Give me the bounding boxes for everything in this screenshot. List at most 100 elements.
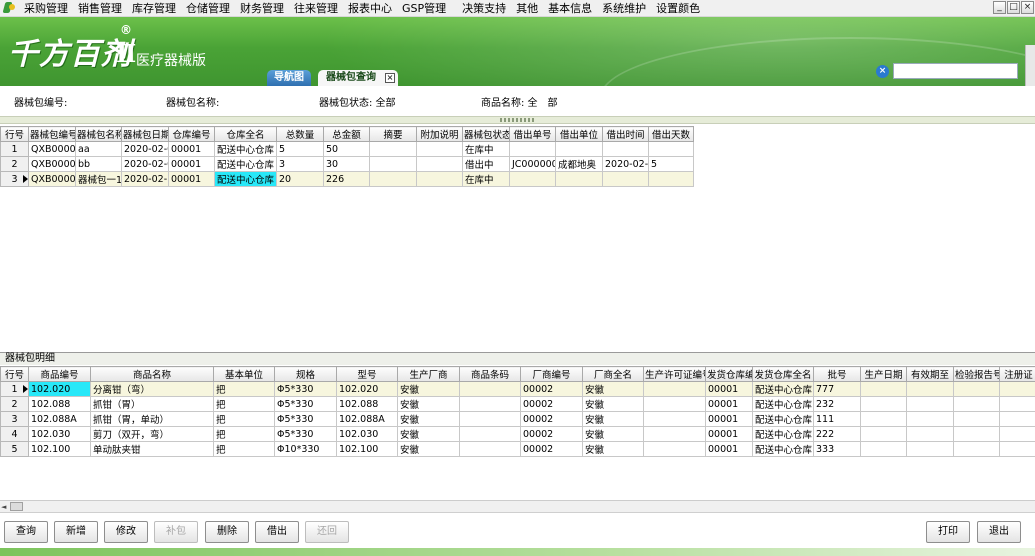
package-grid-header-cell[interactable]: 总金额: [323, 126, 370, 142]
tab-package-query[interactable]: 器械包查询 ×: [318, 70, 398, 86]
detail-grid-cell[interactable]: 102.020: [28, 381, 91, 397]
detail-grid-cell[interactable]: [906, 396, 954, 412]
detail-grid-header-cell[interactable]: 规格: [274, 366, 337, 382]
lend-button[interactable]: 借出: [255, 521, 299, 543]
package-grid-cell[interactable]: 器械包一1: [75, 171, 122, 187]
close-button[interactable]: ×: [1021, 1, 1034, 14]
package-grid-row[interactable]: 3 QXB0000000器械包一12020-02-1200001配送中心仓库202…: [0, 171, 694, 187]
detail-grid-header-cell[interactable]: 商品条码: [459, 366, 521, 382]
detail-grid-cell[interactable]: [999, 411, 1035, 427]
detail-grid-row[interactable]: 3 102.088A 抓钳（胃，单动）把 Φ5*330 102.088A 安徽 00002 安…: [0, 411, 1035, 427]
package-grid-header-cell[interactable]: 附加说明: [416, 126, 463, 142]
package-grid-cell[interactable]: 配送中心仓库: [214, 141, 277, 157]
detail-grid-row-number[interactable]: 2: [0, 396, 29, 412]
detail-grid-cell[interactable]: [459, 426, 521, 442]
detail-grid-row[interactable]: 4 102.030 剪刀（双开，弯）把 Φ5*330 102.030 安徽 00002 安徽 0…: [0, 426, 1035, 442]
menu-inventory[interactable]: 库存管理: [127, 0, 181, 17]
detail-grid-header-cell[interactable]: 发货仓库全名: [752, 366, 814, 382]
detail-grid-cell[interactable]: [953, 381, 1000, 397]
package-grid-header-cell[interactable]: 器械包名称: [75, 126, 122, 142]
detail-grid-cell[interactable]: 安徽: [582, 426, 644, 442]
detail-grid-cell[interactable]: [953, 426, 1000, 442]
detail-grid-cell[interactable]: 把: [213, 411, 275, 427]
detail-grid-cell[interactable]: [459, 441, 521, 457]
package-grid-cell[interactable]: [369, 171, 417, 187]
menu-reports[interactable]: 报表中心: [343, 0, 397, 17]
detail-grid-cell[interactable]: [906, 381, 954, 397]
package-grid-header-cell[interactable]: 借出单号: [509, 126, 556, 142]
package-grid-cell[interactable]: 配送中心仓库: [214, 171, 277, 187]
package-grid-cell[interactable]: [509, 171, 556, 187]
detail-grid-cell[interactable]: 分离钳（弯）: [90, 381, 214, 397]
detail-grid-cell[interactable]: 抓钳（胃，单动）: [90, 411, 214, 427]
package-grid-row[interactable]: 2 QXB0000000bb2020-02-0600001配送中心仓库330 借出中…: [0, 156, 694, 172]
detail-grid-cell[interactable]: 安徽: [397, 381, 460, 397]
supplement-button[interactable]: 补包: [154, 521, 198, 543]
detail-grid-header-cell[interactable]: 厂商编号: [520, 366, 583, 382]
package-grid-cell[interactable]: 配送中心仓库: [214, 156, 277, 172]
package-grid-cell[interactable]: [602, 141, 649, 157]
package-grid-cell[interactable]: 00001: [168, 141, 215, 157]
menu-decision[interactable]: 决策支持: [457, 0, 511, 17]
edit-button[interactable]: 修改: [104, 521, 148, 543]
return-button[interactable]: 还回: [305, 521, 349, 543]
tab-navigation[interactable]: 导航图: [267, 70, 311, 86]
detail-grid-cell[interactable]: 102.100: [28, 441, 91, 457]
package-grid-cell[interactable]: [555, 141, 603, 157]
package-grid-cell[interactable]: bb: [75, 156, 122, 172]
package-grid-cell[interactable]: QXB0000000: [28, 156, 76, 172]
package-grid-cell[interactable]: JC00000000: [509, 156, 556, 172]
package-grid-cell[interactable]: [555, 171, 603, 187]
package-grid-cell[interactable]: [648, 141, 694, 157]
package-grid-cell[interactable]: 成都地奥: [555, 156, 603, 172]
detail-grid-cell[interactable]: [906, 411, 954, 427]
splitter-grip-icon[interactable]: [500, 118, 534, 122]
detail-grid-cell[interactable]: 102.030: [336, 426, 398, 442]
minimize-button[interactable]: _: [993, 1, 1006, 14]
detail-grid-cell[interactable]: 00001: [705, 381, 753, 397]
package-grid-cell[interactable]: 20: [276, 171, 324, 187]
detail-grid-cell[interactable]: 00001: [705, 426, 753, 442]
detail-grid-header-cell[interactable]: 生产厂商: [397, 366, 460, 382]
detail-grid-header-cell[interactable]: 发货仓库编号: [705, 366, 753, 382]
package-grid-cell[interactable]: [648, 171, 694, 187]
detail-grid-cell[interactable]: 333: [813, 441, 861, 457]
detail-grid-header-cell[interactable]: 基本单位: [213, 366, 275, 382]
detail-grid-cell[interactable]: [643, 396, 706, 412]
detail-grid-cell[interactable]: 配送中心仓库: [752, 396, 814, 412]
detail-grid-header-cell[interactable]: 批号: [813, 366, 861, 382]
detail-grid-cell[interactable]: 安徽: [582, 411, 644, 427]
delete-button[interactable]: 删除: [205, 521, 249, 543]
package-grid-cell[interactable]: 2020-02-12: [121, 171, 169, 187]
detail-grid-cell[interactable]: [643, 381, 706, 397]
detail-grid-row[interactable]: 5 102.100 单动肽夹钳把 Φ10*330 102.100 安徽 00002 安徽 000…: [0, 441, 1035, 457]
package-grid-row[interactable]: 1 QXB0000000aa2020-02-0600001配送中心仓库550 在库中: [0, 141, 694, 157]
detail-grid-cell[interactable]: 00001: [705, 441, 753, 457]
package-grid-header-cell[interactable]: 器械包状态: [462, 126, 510, 142]
menu-basic-info[interactable]: 基本信息: [543, 0, 597, 17]
detail-grid-header-cell[interactable]: 生产日期: [860, 366, 907, 382]
detail-grid-cell[interactable]: Φ10*330: [274, 441, 337, 457]
menu-accounts[interactable]: 往来管理: [289, 0, 343, 17]
product-name-label[interactable]: 商品名称: 全 部: [481, 94, 558, 109]
package-grid-header-cell[interactable]: 摘要: [369, 126, 417, 142]
menu-system[interactable]: 系统维护: [597, 0, 651, 17]
detail-grid-header-cell[interactable]: 注册证: [999, 366, 1035, 382]
package-grid-cell[interactable]: 00001: [168, 156, 215, 172]
detail-grid-cell[interactable]: [999, 396, 1035, 412]
detail-grid-row-number[interactable]: 5: [0, 441, 29, 457]
package-grid-cell[interactable]: 2020-02-07: [602, 156, 649, 172]
package-grid-header-cell[interactable]: 借出时间: [602, 126, 649, 142]
package-grid-header-cell[interactable]: 总数量: [276, 126, 324, 142]
detail-grid-cell[interactable]: [999, 426, 1035, 442]
detail-grid-cell[interactable]: 102.088: [28, 396, 91, 412]
detail-grid-header-cell[interactable]: 生产许可证编号: [643, 366, 706, 382]
package-grid-cell[interactable]: 3: [276, 156, 324, 172]
package-grid-cell[interactable]: 借出中: [462, 156, 510, 172]
package-grid-header-cell[interactable]: 器械包日期: [121, 126, 169, 142]
package-grid-cell[interactable]: QXB0000000: [28, 171, 76, 187]
detail-grid-header-cell[interactable]: 商品名称: [90, 366, 214, 382]
package-grid-row-number[interactable]: 1: [0, 141, 29, 157]
menu-warehouse[interactable]: 仓储管理: [181, 0, 235, 17]
detail-grid-header-cell[interactable]: 厂商全名: [582, 366, 644, 382]
